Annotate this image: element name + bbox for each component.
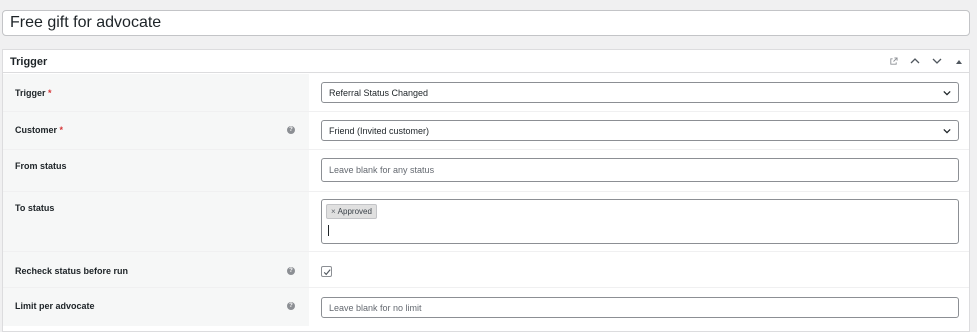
label-cell: To status bbox=[3, 192, 309, 251]
recheck-row: Recheck status before run ? bbox=[3, 252, 969, 288]
trigger-label-text: Trigger bbox=[15, 88, 46, 98]
checkmark-icon bbox=[323, 268, 331, 275]
customer-label: Customer * bbox=[15, 125, 63, 135]
customer-select[interactable]: Friend (Invited customer) bbox=[321, 120, 959, 141]
panel-header: Trigger bbox=[3, 50, 969, 73]
label-cell: From status bbox=[3, 150, 309, 191]
help-icon[interactable]: ? bbox=[287, 302, 295, 310]
to-status-row: To status × Approved bbox=[3, 192, 969, 252]
label-cell: Trigger * bbox=[3, 74, 309, 111]
recheck-checkbox[interactable] bbox=[321, 266, 332, 277]
chevron-down-icon bbox=[943, 90, 951, 96]
status-tag-approved: × Approved bbox=[326, 204, 377, 219]
panel-title: Trigger bbox=[10, 56, 48, 68]
trigger-select[interactable]: Referral Status Changed bbox=[321, 82, 959, 103]
label-cell: Recheck status before run ? bbox=[3, 252, 309, 287]
from-status-input[interactable] bbox=[321, 158, 959, 182]
chevron-down-icon bbox=[943, 128, 951, 134]
recheck-label: Recheck status before run bbox=[15, 266, 129, 276]
chevron-up-icon[interactable] bbox=[909, 55, 921, 67]
limit-label: Limit per advocate bbox=[15, 301, 95, 311]
trigger-row: Trigger * Referral Status Changed bbox=[3, 74, 969, 112]
limit-input[interactable] bbox=[321, 297, 959, 318]
customer-row: Customer * ? Friend (Invited customer) bbox=[3, 112, 969, 150]
limit-row: Limit per advocate ? bbox=[3, 288, 969, 326]
customer-select-value: Friend (Invited customer) bbox=[329, 126, 430, 136]
panel-header-actions bbox=[887, 55, 965, 67]
required-marker: * bbox=[48, 88, 52, 98]
label-cell: Limit per advocate ? bbox=[3, 288, 309, 326]
text-caret bbox=[328, 225, 329, 236]
remove-tag-icon[interactable]: × bbox=[331, 205, 336, 218]
collapse-triangle-icon[interactable] bbox=[953, 55, 965, 67]
help-icon[interactable]: ? bbox=[287, 267, 295, 275]
trigger-panel: Trigger Trigger * Referral Status Change… bbox=[2, 49, 970, 332]
help-icon[interactable]: ? bbox=[287, 126, 295, 134]
tag-label: Approved bbox=[337, 207, 372, 216]
to-status-label: To status bbox=[15, 203, 55, 213]
customer-label-text: Customer bbox=[15, 125, 58, 135]
to-status-multiselect[interactable]: × Approved bbox=[321, 199, 959, 244]
trigger-select-value: Referral Status Changed bbox=[329, 88, 429, 98]
from-status-label: From status bbox=[15, 161, 67, 171]
external-link-icon[interactable] bbox=[887, 55, 899, 67]
workflow-title-input[interactable] bbox=[2, 10, 970, 36]
label-cell: Customer * ? bbox=[3, 112, 309, 149]
from-status-row: From status bbox=[3, 150, 969, 192]
required-marker: * bbox=[59, 125, 64, 135]
trigger-label: Trigger * bbox=[15, 88, 52, 98]
chevron-down-icon[interactable] bbox=[931, 55, 943, 67]
